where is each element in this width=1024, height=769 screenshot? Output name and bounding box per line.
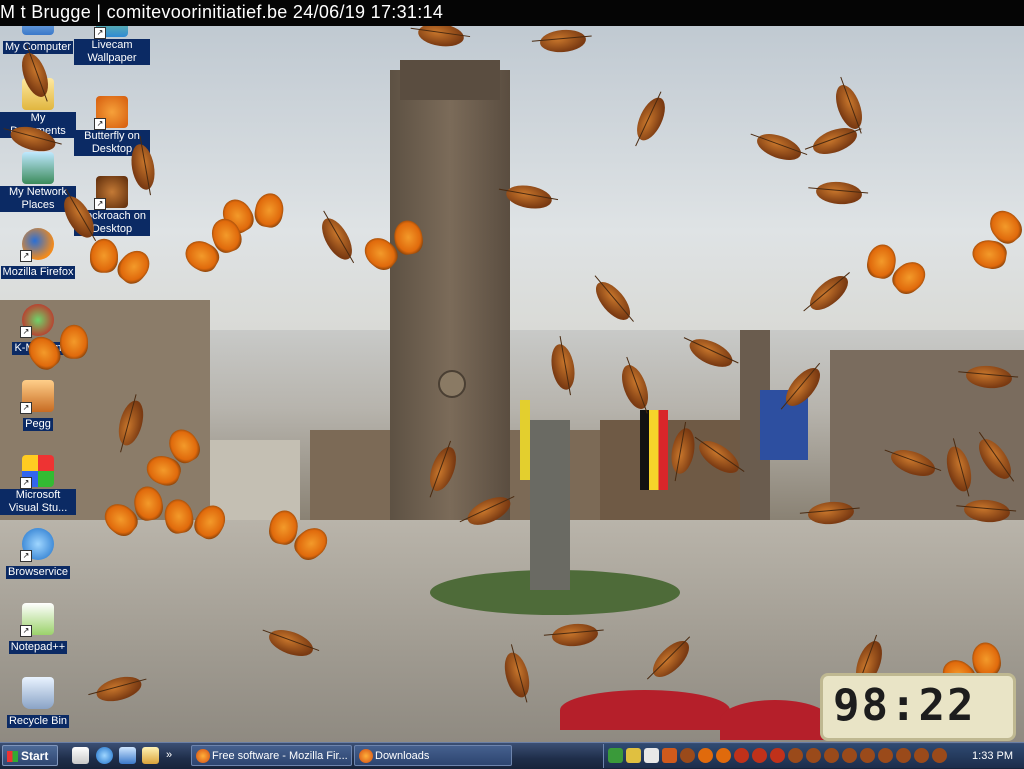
downloads-icon bbox=[359, 749, 373, 763]
desktop-icon-label: Microsoft Visual Stu... bbox=[0, 489, 76, 515]
cockroach-tray-icon[interactable] bbox=[824, 748, 839, 763]
desktop-icon-label: My Computer bbox=[2, 41, 74, 54]
tray-icon[interactable] bbox=[752, 748, 767, 763]
tray-icon[interactable] bbox=[608, 748, 623, 763]
tray-icon[interactable] bbox=[626, 748, 641, 763]
desktop-icon-label: Pegg bbox=[23, 418, 53, 431]
desktop-icon-pegg[interactable]: ↗ Pegg bbox=[0, 380, 76, 432]
taskbar-item-firefox[interactable]: Free software - Mozilla Fir... bbox=[191, 745, 352, 766]
butterfly-icon: ↗ bbox=[94, 96, 128, 130]
kmeleon-icon: ↗ bbox=[20, 304, 54, 338]
start-label: Start bbox=[21, 749, 49, 763]
wallpaper-statue bbox=[530, 420, 570, 590]
window-title: M t Brugge | comitevoorinitiatief.be 24/… bbox=[0, 2, 444, 22]
cockroach-icon: ↗ bbox=[94, 176, 128, 210]
taskbar: Start » Free software - Mozilla Fir... D… bbox=[0, 742, 1024, 769]
cockroach-tray-icon[interactable] bbox=[842, 748, 857, 763]
desktop-icon-mozilla-firefox[interactable]: ↗ Mozilla Firefox bbox=[0, 228, 76, 280]
butterfly-tray-icon[interactable] bbox=[716, 748, 731, 763]
pegg-icon: ↗ bbox=[20, 380, 54, 414]
notepad-icon: ↗ bbox=[20, 603, 54, 637]
browser-icon: ↗ bbox=[20, 528, 54, 562]
desktop-icon-label: Recycle Bin bbox=[6, 715, 70, 728]
firefox-icon: ↗ bbox=[20, 228, 54, 262]
chevron-more-icon[interactable]: » bbox=[166, 747, 176, 764]
wallpaper-flag bbox=[520, 400, 530, 480]
wallpaper-flag bbox=[640, 410, 668, 490]
recycle-bin-icon bbox=[22, 677, 54, 709]
cockroach-tray-icon[interactable] bbox=[680, 748, 695, 763]
desktop-icon-visual-studio[interactable]: ↗ Microsoft Visual Stu... bbox=[0, 455, 76, 516]
desktop-icon-label: Browservice bbox=[6, 566, 70, 579]
network-icon bbox=[22, 152, 54, 184]
butterfly-tray-icon[interactable] bbox=[698, 748, 713, 763]
cockroach-tray-icon[interactable] bbox=[932, 748, 947, 763]
desktop-icon-notepad-plus-plus[interactable]: ↗ Notepad++ bbox=[0, 603, 76, 655]
firefox-icon bbox=[196, 749, 210, 763]
visual-studio-icon: ↗ bbox=[20, 455, 54, 489]
taskbar-item-downloads[interactable]: Downloads bbox=[354, 745, 512, 766]
tray-icon[interactable] bbox=[734, 748, 749, 763]
desktop[interactable]: My Computer ↗ Livecam Wallpaper My Docum… bbox=[0, 0, 1024, 742]
wallpaper-umbrella bbox=[720, 700, 830, 740]
show-desktop-icon[interactable] bbox=[72, 747, 89, 764]
tray-icon[interactable] bbox=[662, 748, 677, 763]
clock-digits: 98:22 bbox=[833, 680, 976, 731]
cockroach-sprite bbox=[685, 333, 737, 373]
cockroach-tray-icon[interactable] bbox=[878, 748, 893, 763]
internet-explorer-icon[interactable] bbox=[96, 747, 113, 764]
cockroach-tray-icon[interactable] bbox=[860, 748, 875, 763]
tray-clock[interactable]: 1:33 PM bbox=[972, 744, 1013, 768]
cockroach-tray-icon[interactable] bbox=[788, 748, 803, 763]
cockroach-tray-icon[interactable] bbox=[914, 748, 929, 763]
tray-icon[interactable] bbox=[770, 748, 785, 763]
system-tray: 1:33 PM bbox=[603, 744, 1024, 768]
tray-icon[interactable] bbox=[644, 748, 659, 763]
cockroach-sprite bbox=[548, 342, 578, 392]
desktop-icon-browservice[interactable]: ↗ Browservice bbox=[0, 528, 76, 580]
quick-launch-icon[interactable] bbox=[142, 747, 159, 764]
desktop-icon-recycle-bin[interactable]: Recycle Bin bbox=[0, 677, 76, 729]
title-overlay: M t Brugge | comitevoorinitiatief.be 24/… bbox=[0, 0, 1024, 26]
windows-explorer-icon[interactable] bbox=[119, 747, 136, 764]
cockroach-tray-icon[interactable] bbox=[806, 748, 821, 763]
taskbar-item-label: Free software - Mozilla Fir... bbox=[212, 750, 348, 762]
desktop-icon-label: Livecam Wallpaper bbox=[74, 39, 150, 65]
desktop-icon-label: Notepad++ bbox=[8, 641, 68, 654]
cockroach-tray-icon[interactable] bbox=[896, 748, 911, 763]
cockroach-sprite bbox=[616, 361, 654, 413]
start-button[interactable]: Start bbox=[2, 745, 58, 766]
taskbar-item-label: Downloads bbox=[375, 750, 430, 762]
desktop-icon-label: Mozilla Firefox bbox=[0, 266, 76, 279]
digital-clock-widget[interactable]: 98:22 bbox=[820, 673, 1016, 741]
wallpaper-umbrella bbox=[560, 690, 730, 730]
windows-logo-icon bbox=[7, 751, 18, 762]
